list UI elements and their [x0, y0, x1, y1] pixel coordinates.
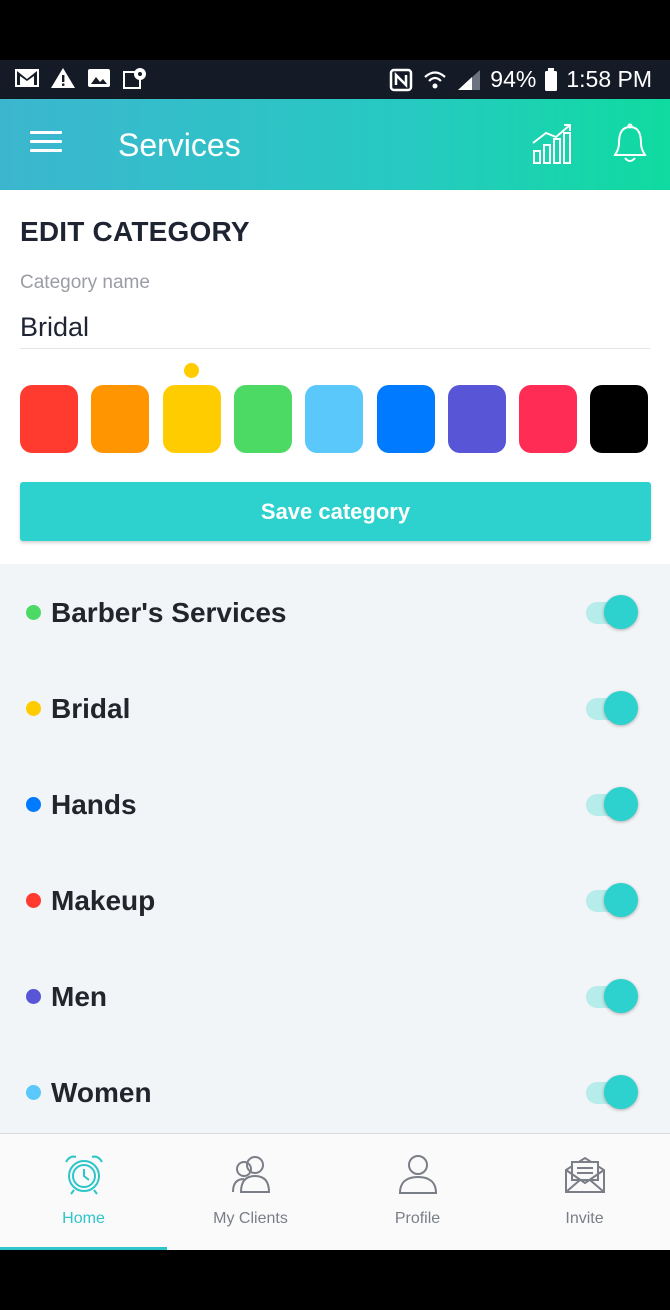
- category-toggle[interactable]: [586, 881, 640, 919]
- category-list: Barber's Services Bridal Hands Makeup Men Wom…: [0, 564, 670, 1133]
- alarm-clock-icon: [65, 1155, 103, 1195]
- nav-home[interactable]: Home: [0, 1134, 167, 1251]
- category-label: Barber's Services: [51, 597, 287, 628]
- category-color-dot: [26, 989, 41, 1004]
- nav-profile[interactable]: Profile: [334, 1134, 501, 1251]
- category-color-dot: [26, 1085, 41, 1100]
- selected-color-indicator: [184, 363, 200, 378]
- nfc-icon: [390, 68, 413, 91]
- category-row[interactable]: Makeup: [0, 852, 670, 948]
- color-swatch[interactable]: [376, 385, 435, 453]
- profile-icon: [398, 1155, 438, 1194]
- wifi-icon: [424, 70, 447, 88]
- map-pin-icon: [123, 68, 146, 89]
- clock-time: 1:58 PM: [566, 66, 652, 92]
- category-label: Women: [51, 1077, 152, 1108]
- top-black-bar: [0, 0, 670, 60]
- bar-chart-icon[interactable]: [530, 123, 576, 165]
- category-row[interactable]: Women: [0, 1044, 670, 1140]
- category-toggle[interactable]: [586, 977, 640, 1015]
- envelope-icon: [565, 1156, 605, 1193]
- battery-percent: 94%: [490, 66, 537, 92]
- page-title: Services: [118, 127, 241, 163]
- color-swatch[interactable]: [91, 385, 150, 453]
- category-toggle[interactable]: [586, 1073, 640, 1111]
- color-swatch[interactable]: [447, 385, 506, 453]
- category-row[interactable]: Hands: [0, 756, 670, 852]
- status-bar: 94% 1:58 PM: [0, 60, 670, 99]
- save-category-button[interactable]: Save category: [20, 482, 651, 541]
- color-swatch[interactable]: [233, 385, 292, 453]
- color-swatch[interactable]: [162, 385, 221, 453]
- warning-icon: [51, 68, 75, 88]
- category-label: Men: [51, 981, 107, 1012]
- category-label: Makeup: [51, 885, 156, 916]
- category-color-dot: [26, 797, 41, 812]
- bottom-navigation: Home My Clients Profile Invite: [0, 1133, 670, 1251]
- category-color-dot: [26, 893, 41, 908]
- category-row[interactable]: Men: [0, 948, 670, 1044]
- category-toggle[interactable]: [586, 593, 640, 631]
- category-toggle[interactable]: [586, 785, 640, 823]
- category-color-dot: [26, 605, 41, 620]
- signal-icon: [458, 69, 481, 90]
- category-label: Bridal: [51, 693, 131, 724]
- image-icon: [88, 69, 110, 87]
- edit-category-heading: EDIT CATEGORY: [20, 216, 250, 247]
- nav-label-my-clients: My Clients: [213, 1210, 288, 1227]
- nav-invite[interactable]: Invite: [501, 1134, 668, 1251]
- edit-category-panel: EDIT CATEGORY Category name Save categor…: [0, 190, 670, 564]
- color-swatch[interactable]: [305, 385, 364, 453]
- nav-label-home: Home: [62, 1210, 105, 1227]
- category-label: Hands: [51, 789, 137, 820]
- color-swatch[interactable]: [20, 385, 78, 453]
- gmail-icon: [15, 69, 39, 87]
- nav-my-clients[interactable]: My Clients: [167, 1134, 334, 1251]
- battery-icon: [545, 67, 558, 91]
- bottom-black-bar: [0, 1250, 670, 1310]
- category-color-dot: [26, 701, 41, 716]
- color-swatch[interactable]: [519, 385, 578, 453]
- nav-label-invite: Invite: [565, 1210, 604, 1227]
- color-swatch[interactable]: [590, 385, 649, 453]
- nav-label-profile: Profile: [394, 1210, 441, 1227]
- clients-icon: [232, 1156, 271, 1193]
- category-name-label: Category name: [20, 272, 150, 293]
- bell-icon[interactable]: [610, 123, 650, 165]
- hamburger-menu-icon[interactable]: [30, 131, 62, 157]
- app-bar: Services: [0, 99, 670, 190]
- category-row[interactable]: Bridal: [0, 660, 670, 756]
- category-toggle[interactable]: [586, 689, 640, 727]
- category-row[interactable]: Barber's Services: [0, 564, 670, 660]
- category-name-input[interactable]: [20, 306, 650, 349]
